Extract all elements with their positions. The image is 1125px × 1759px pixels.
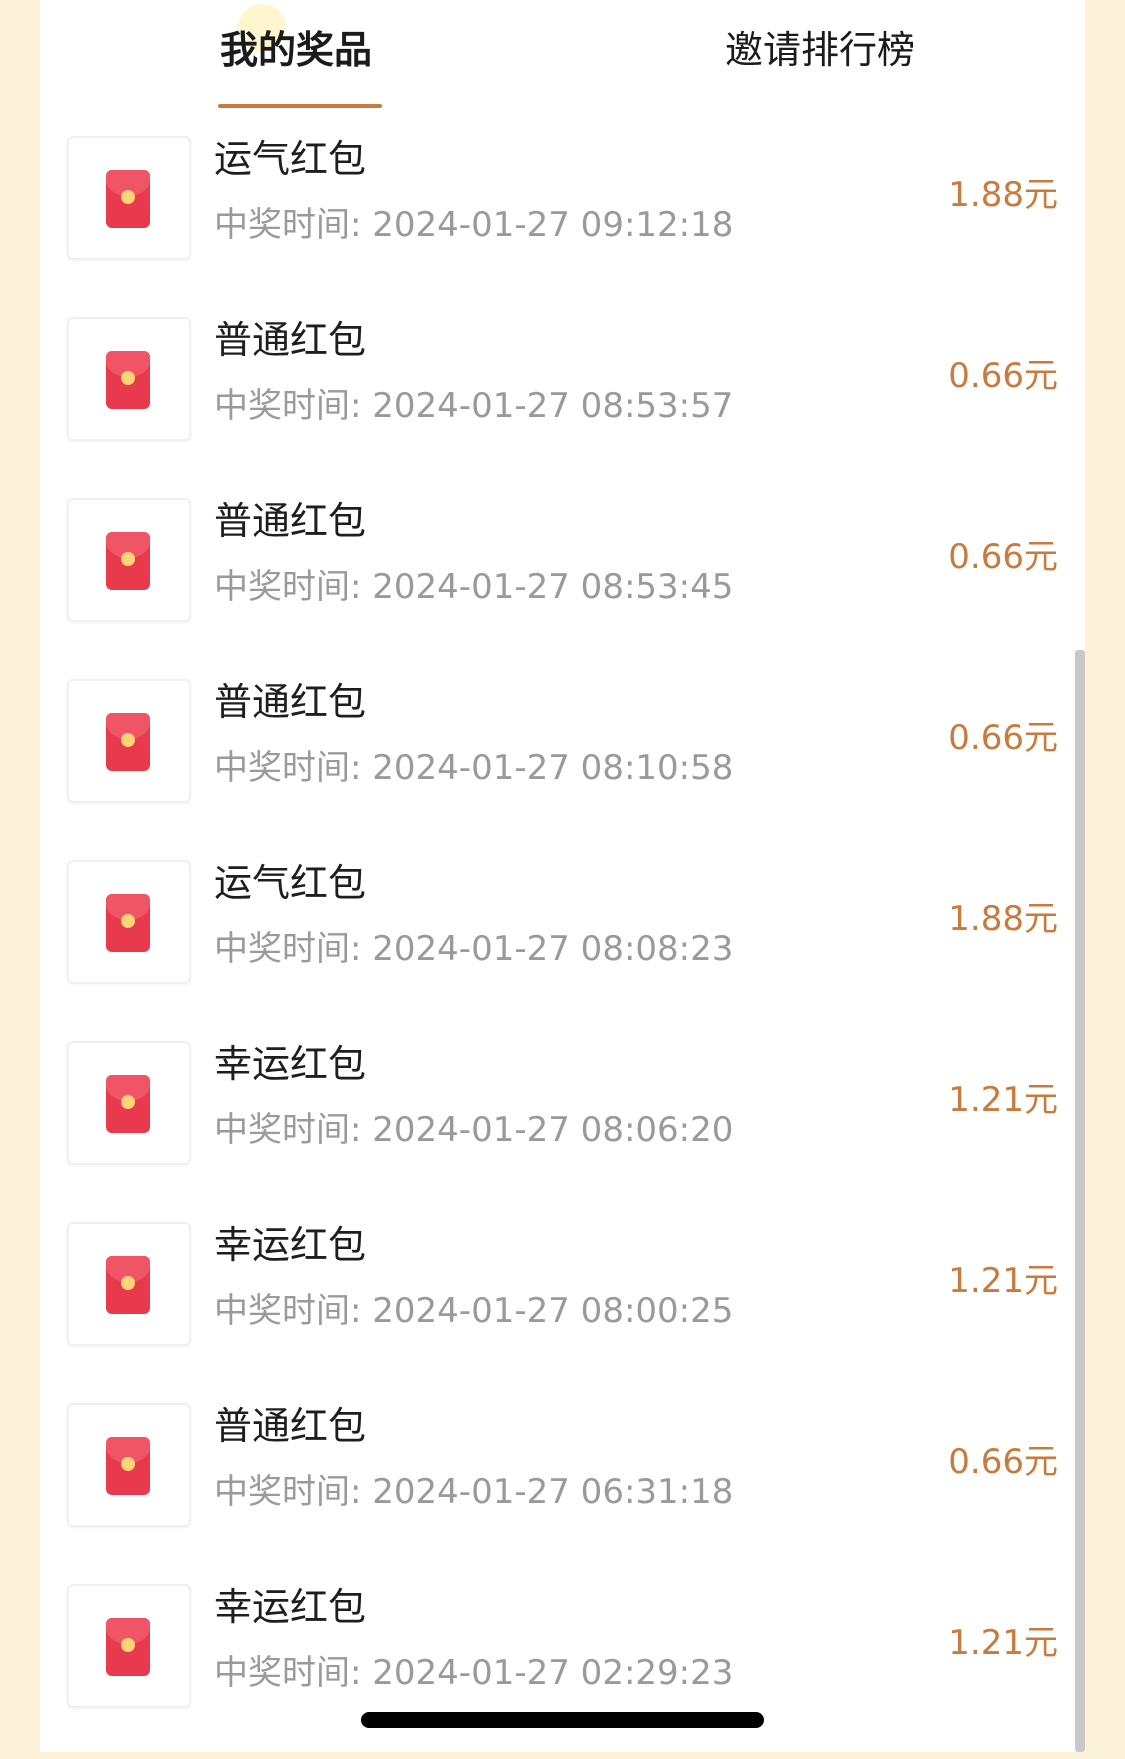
red-envelope-icon	[106, 1075, 150, 1133]
prize-amount: 1.21元	[948, 1623, 1058, 1663]
tab-invite-ranking[interactable]: 邀请排行榜	[725, 20, 915, 80]
prize-time-value: 2024-01-27 08:08:23	[372, 929, 734, 969]
red-envelope-icon	[106, 713, 150, 771]
prize-time: 中奖时间: 2024-01-27 08:53:57	[214, 383, 733, 429]
prize-icon-box	[67, 498, 191, 622]
envelope-seal	[121, 914, 135, 928]
envelope-seal	[121, 552, 135, 566]
prize-time-label: 中奖时间:	[214, 1291, 362, 1331]
prize-time: 中奖时间: 2024-01-27 08:08:23	[214, 926, 733, 972]
prize-item[interactable]: 运气红包 中奖时间: 2024-01-27 09:12:18 1.88元	[40, 130, 1085, 311]
envelope-seal	[121, 1457, 135, 1471]
red-envelope-icon	[106, 1256, 150, 1314]
envelope-seal	[121, 371, 135, 385]
prize-item[interactable]: 幸运红包 中奖时间: 2024-01-27 08:06:20 1.21元	[40, 1035, 1085, 1216]
prize-item[interactable]: 普通红包 中奖时间: 2024-01-27 06:31:18 0.66元	[40, 1397, 1085, 1578]
envelope-seal	[121, 190, 135, 204]
tab-my-prizes[interactable]: 我的奖品	[220, 20, 372, 80]
prize-time-label: 中奖时间:	[214, 1472, 362, 1512]
prize-time-label: 中奖时间:	[214, 567, 362, 607]
prize-item[interactable]: 普通红包 中奖时间: 2024-01-27 08:10:58 0.66元	[40, 673, 1085, 854]
prize-icon-box	[67, 860, 191, 984]
prize-time-value: 2024-01-27 08:10:58	[372, 748, 734, 788]
envelope-seal	[121, 1276, 135, 1290]
prize-time: 中奖时间: 2024-01-27 08:06:20	[214, 1107, 733, 1153]
prize-icon-box	[67, 317, 191, 441]
prize-time-value: 2024-01-27 02:29:23	[372, 1653, 734, 1693]
prize-icon-box	[67, 1403, 191, 1527]
prize-item[interactable]: 普通红包 中奖时间: 2024-01-27 08:53:45 0.66元	[40, 492, 1085, 673]
prize-time-value: 2024-01-27 06:31:18	[372, 1472, 734, 1512]
prize-icon-box	[67, 1041, 191, 1165]
prize-amount: 0.66元	[948, 537, 1058, 577]
prize-name: 幸运红包	[214, 1042, 367, 1086]
envelope-seal	[121, 733, 135, 747]
prize-name: 幸运红包	[214, 1223, 367, 1267]
red-envelope-icon	[106, 894, 150, 952]
prize-time: 中奖时间: 2024-01-27 08:53:45	[214, 564, 733, 610]
prize-name: 普通红包	[214, 1404, 367, 1448]
prize-time-label: 中奖时间:	[214, 748, 362, 788]
prize-time-value: 2024-01-27 08:06:20	[372, 1110, 734, 1150]
prize-item[interactable]: 普通红包 中奖时间: 2024-01-27 08:53:57 0.66元	[40, 311, 1085, 492]
prize-icon-box	[67, 679, 191, 803]
red-envelope-icon	[106, 532, 150, 590]
prize-time-value: 2024-01-27 08:53:45	[372, 567, 734, 607]
prize-time: 中奖时间: 2024-01-27 06:31:18	[214, 1469, 733, 1515]
prize-time-label: 中奖时间:	[214, 386, 362, 426]
prize-amount: 0.66元	[948, 1442, 1058, 1482]
prize-amount: 1.88元	[948, 175, 1058, 215]
active-tab-indicator	[218, 104, 382, 108]
prize-time-value: 2024-01-27 08:00:25	[372, 1291, 734, 1331]
prize-time: 中奖时间: 2024-01-27 09:12:18	[214, 202, 733, 248]
prize-time: 中奖时间: 2024-01-27 08:00:25	[214, 1288, 733, 1334]
prize-time-value: 2024-01-27 09:12:18	[372, 205, 734, 245]
prize-time-label: 中奖时间:	[214, 1110, 362, 1150]
prize-icon-box	[67, 1222, 191, 1346]
prize-time-value: 2024-01-27 08:53:57	[372, 386, 734, 426]
red-envelope-icon	[106, 351, 150, 409]
prize-name: 普通红包	[214, 680, 367, 724]
prize-amount: 0.66元	[948, 356, 1058, 396]
red-envelope-icon	[106, 1437, 150, 1495]
prize-name: 运气红包	[214, 861, 367, 905]
prize-amount: 1.21元	[948, 1261, 1058, 1301]
prize-amount: 1.88元	[948, 899, 1058, 939]
red-envelope-icon	[106, 1618, 150, 1676]
prize-time: 中奖时间: 2024-01-27 08:10:58	[214, 745, 733, 791]
prize-item[interactable]: 幸运红包 中奖时间: 2024-01-27 08:00:25 1.21元	[40, 1216, 1085, 1397]
prize-icon-box	[67, 136, 191, 260]
home-indicator[interactable]	[361, 1712, 764, 1728]
prize-item[interactable]: 运气红包 中奖时间: 2024-01-27 08:08:23 1.88元	[40, 854, 1085, 1035]
envelope-seal	[121, 1638, 135, 1652]
prize-time-label: 中奖时间:	[214, 929, 362, 969]
envelope-seal	[121, 1095, 135, 1109]
prize-time: 中奖时间: 2024-01-27 02:29:23	[214, 1650, 733, 1696]
prize-icon-box	[67, 1584, 191, 1708]
prize-name: 幸运红包	[214, 1585, 367, 1629]
prize-name: 普通红包	[214, 318, 367, 362]
tab-bar: 我的奖品 邀请排行榜	[40, 0, 1085, 110]
prize-list: 运气红包 中奖时间: 2024-01-27 09:12:18 1.88元 普通红…	[40, 130, 1085, 1759]
prize-time-label: 中奖时间:	[214, 205, 362, 245]
prize-name: 运气红包	[214, 137, 367, 181]
prize-name: 普通红包	[214, 499, 367, 543]
prize-item[interactable]: 幸运红包 中奖时间: 2024-01-27 02:29:23 1.21元	[40, 1578, 1085, 1759]
prize-time-label: 中奖时间:	[214, 1653, 362, 1693]
red-envelope-icon	[106, 170, 150, 228]
prize-amount: 0.66元	[948, 718, 1058, 758]
prize-amount: 1.21元	[948, 1080, 1058, 1120]
